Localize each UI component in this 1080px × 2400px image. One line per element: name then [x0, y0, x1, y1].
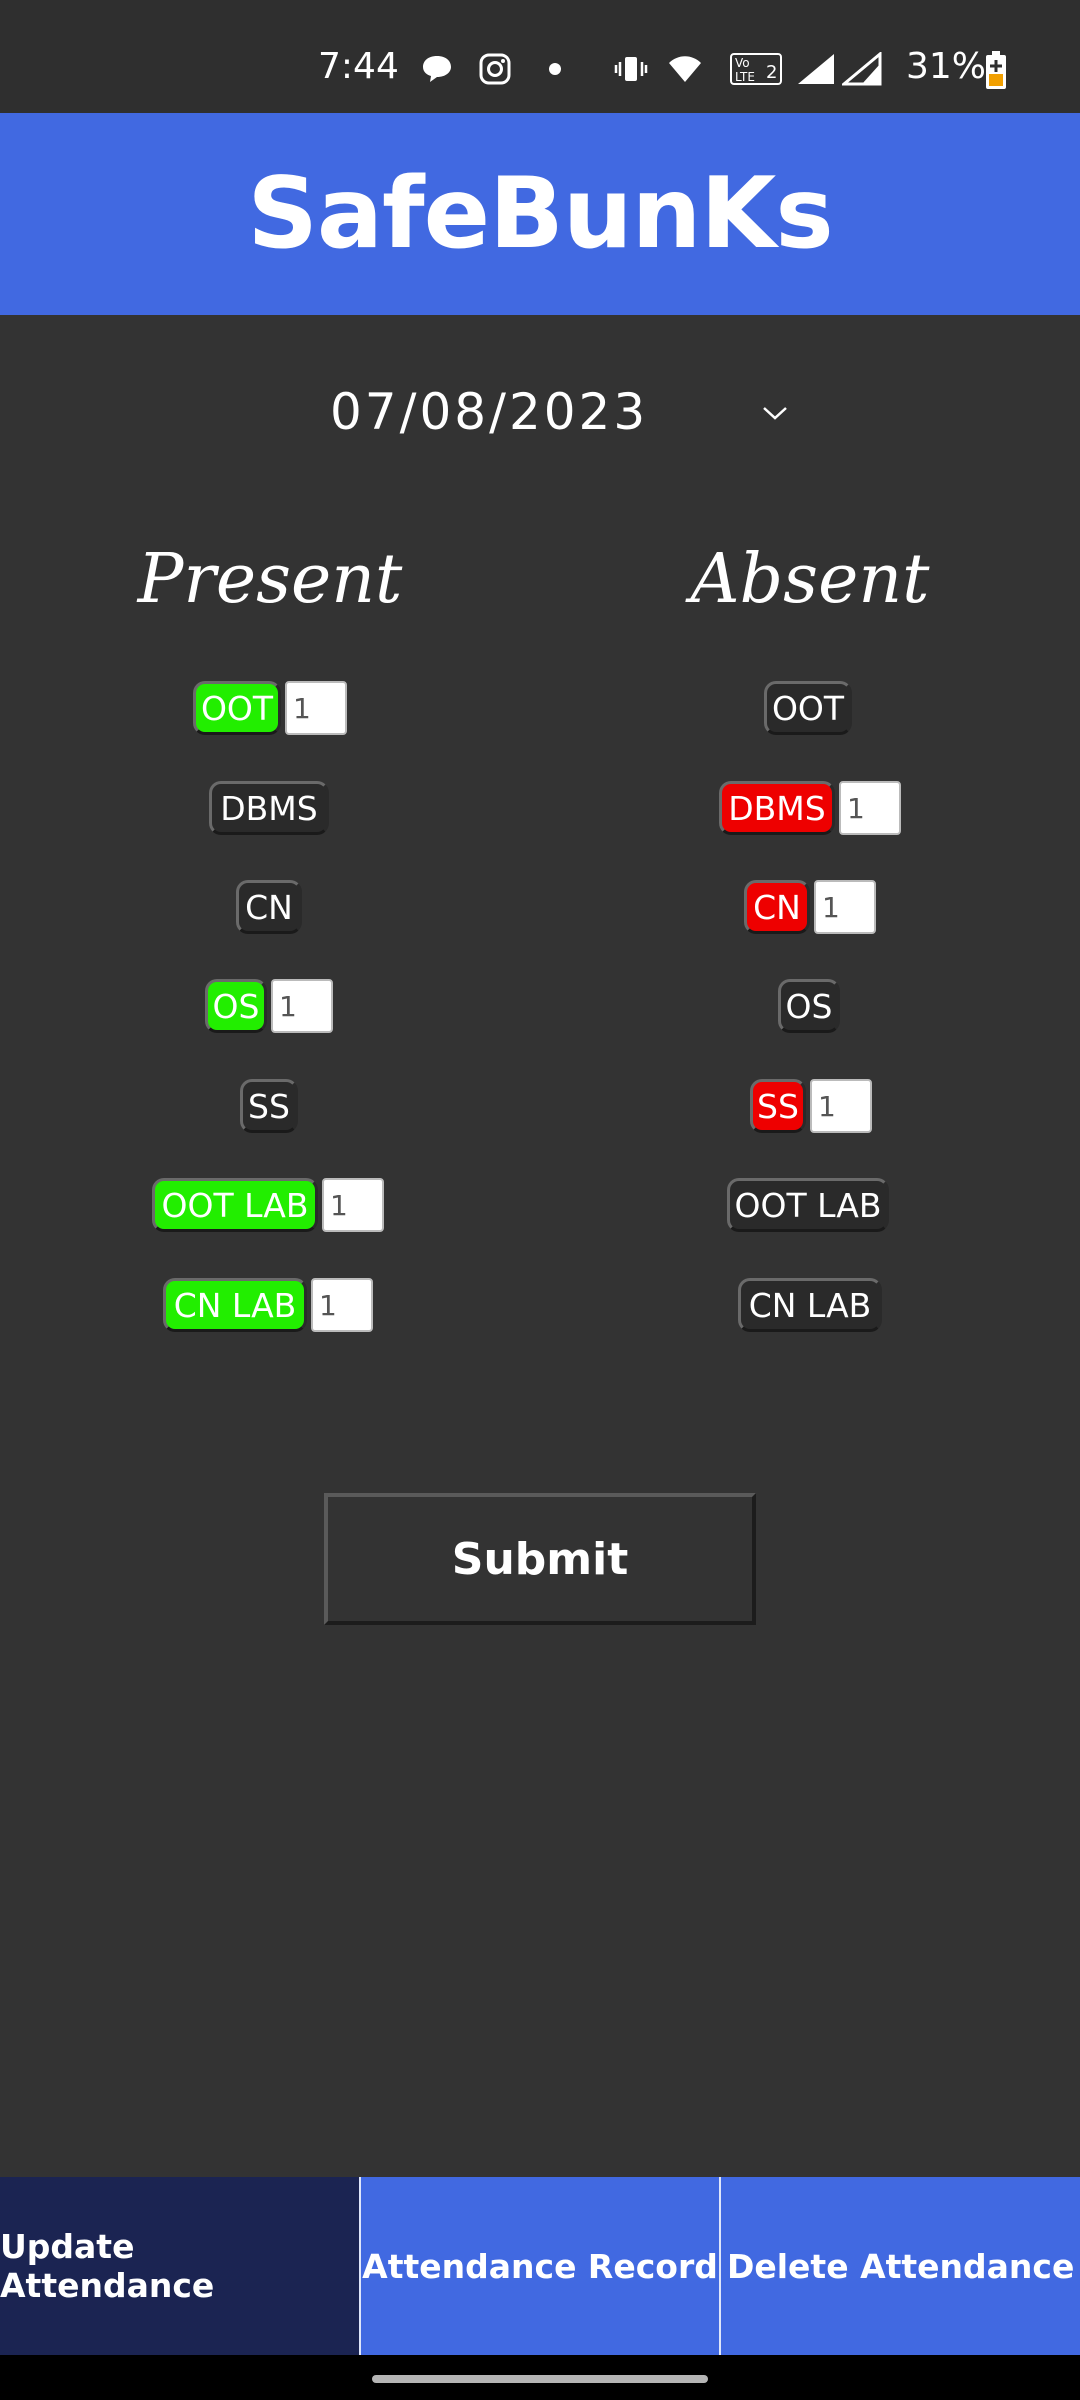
volte-icon: Vo LTE 2 — [730, 53, 782, 85]
present-count-os[interactable]: 1 — [271, 979, 333, 1033]
chevron-down-icon — [763, 407, 787, 420]
absent-chip-dbms[interactable]: DBMS — [719, 781, 835, 835]
present-row: OOT 1 — [193, 680, 347, 736]
signal-icon — [798, 54, 834, 84]
present-chip-ss[interactable]: SS — [240, 1079, 298, 1133]
date-value: 07/08/2023 — [330, 383, 649, 441]
absent-chip-cn[interactable]: CN — [744, 880, 810, 934]
absent-row: SS 1 — [750, 1078, 872, 1134]
battery-charging-icon — [986, 51, 1006, 89]
status-time: 7:44 — [318, 46, 399, 87]
chat-bubble-icon — [423, 56, 451, 82]
absent-chip-oot[interactable]: OOT — [764, 681, 852, 735]
absent-row: CN LAB — [738, 1277, 882, 1333]
present-row: SS — [240, 1078, 298, 1134]
absent-count-ss[interactable]: 1 — [810, 1079, 872, 1133]
app-header: SafeBunKs — [0, 113, 1080, 315]
svg-text:2: 2 — [766, 62, 777, 83]
present-row: OS 1 — [205, 978, 333, 1034]
wifi-icon — [669, 56, 701, 82]
submit-button[interactable]: Submit — [324, 1493, 756, 1625]
signal-icon-2 — [842, 52, 882, 86]
absent-chip-os[interactable]: OS — [778, 979, 840, 1033]
present-chip-os[interactable]: OS — [205, 979, 267, 1033]
present-chip-dbms[interactable]: DBMS — [209, 781, 329, 835]
app-title: SafeBunKs — [247, 157, 833, 271]
svg-text:Vo: Vo — [735, 56, 750, 70]
bottom-nav: Update Attendance Attendance Record Dele… — [0, 2177, 1080, 2355]
instagram-icon — [479, 53, 511, 85]
present-chip-oot[interactable]: OOT — [193, 681, 281, 735]
status-bar: 7:44 Vo LTE 2 31% — [0, 0, 1080, 113]
battery-percent: 31% — [906, 46, 987, 87]
absent-chip-ss[interactable]: SS — [750, 1079, 806, 1133]
present-chip-oot-lab[interactable]: OOT LAB — [152, 1178, 318, 1232]
absent-row: OOT LAB — [727, 1177, 889, 1233]
nav-delete-attendance[interactable]: Delete Attendance — [719, 2177, 1080, 2355]
present-count-cn-lab[interactable]: 1 — [311, 1278, 373, 1332]
absent-count-dbms[interactable]: 1 — [839, 781, 901, 835]
present-row: CN LAB 1 — [163, 1277, 373, 1333]
present-chip-cn-lab[interactable]: CN LAB — [163, 1278, 307, 1332]
gesture-area — [0, 2355, 1080, 2400]
vibrate-icon — [614, 57, 648, 81]
absent-chip-cn-lab[interactable]: CN LAB — [738, 1278, 882, 1332]
absent-row: DBMS 1 — [719, 780, 901, 836]
dot-icon — [549, 63, 561, 75]
present-chip-cn[interactable]: CN — [236, 880, 302, 934]
absent-row: CN 1 — [744, 879, 876, 935]
absent-row: OS — [778, 978, 840, 1034]
present-heading: Present — [137, 540, 403, 619]
present-row: CN — [236, 879, 302, 935]
date-picker[interactable]: 07/08/2023 — [330, 372, 800, 452]
absent-row: OOT — [764, 680, 852, 736]
absent-count-cn[interactable]: 1 — [814, 880, 876, 934]
nav-attendance-record[interactable]: Attendance Record — [358, 2177, 720, 2355]
present-count-oot-lab[interactable]: 1 — [322, 1178, 384, 1232]
absent-heading: Absent — [690, 540, 930, 619]
present-row: DBMS — [209, 780, 329, 836]
svg-text:LTE: LTE — [735, 70, 755, 84]
gesture-handle[interactable] — [372, 2375, 708, 2383]
present-row: OOT LAB 1 — [152, 1177, 384, 1233]
present-count-oot[interactable]: 1 — [285, 681, 347, 735]
nav-update-attendance[interactable]: Update Attendance — [0, 2177, 359, 2355]
absent-chip-oot-lab[interactable]: OOT LAB — [727, 1178, 889, 1232]
